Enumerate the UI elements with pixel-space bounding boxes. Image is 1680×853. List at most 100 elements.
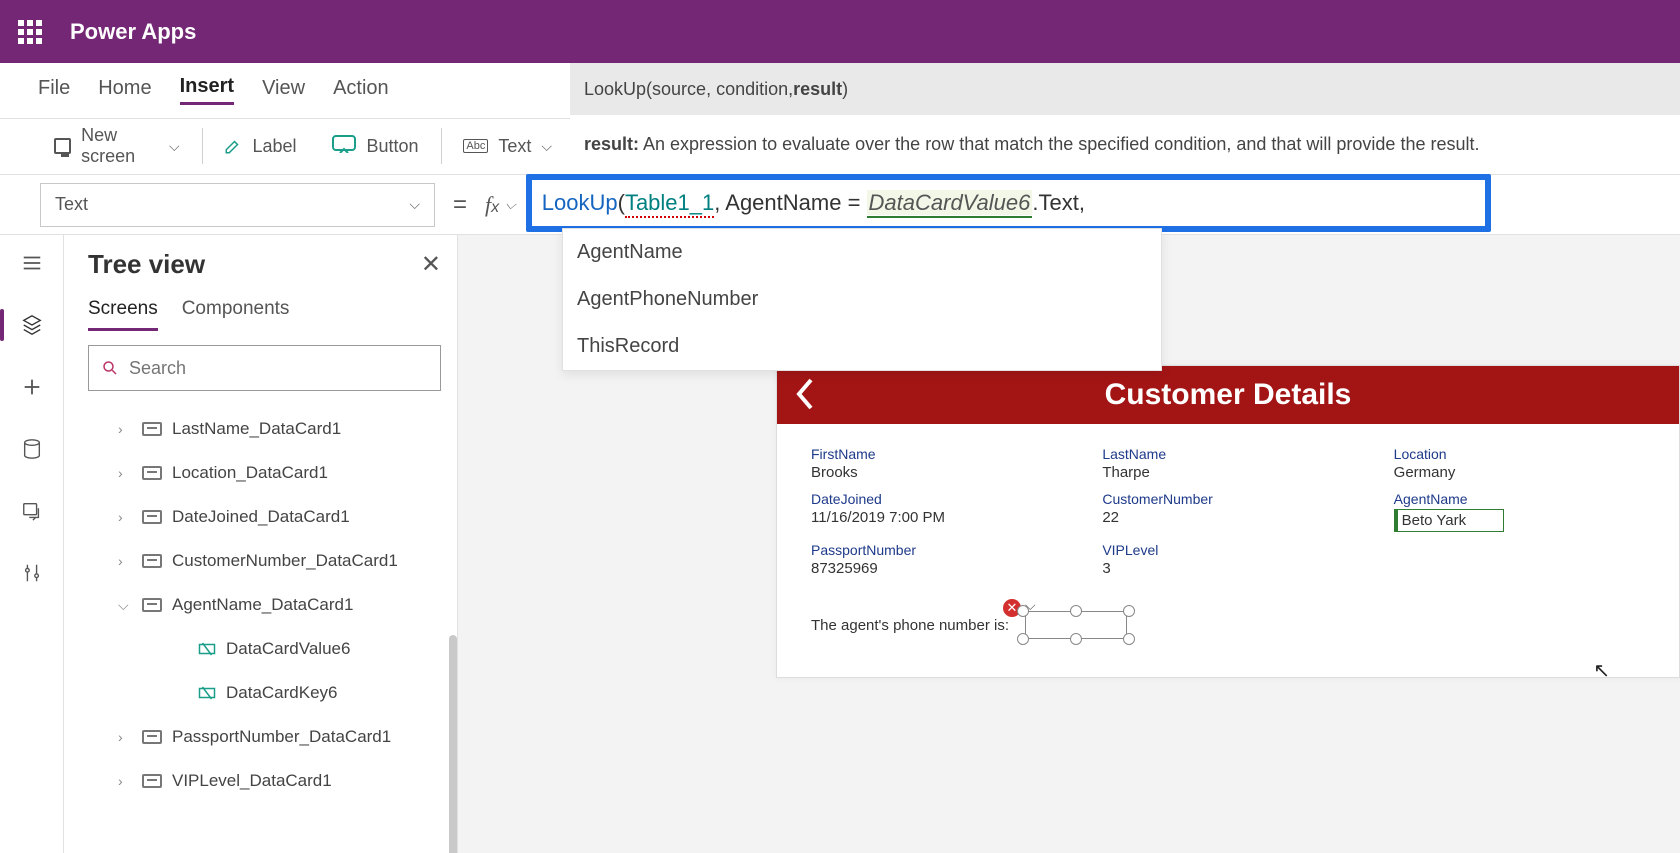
chevron-right-icon[interactable]: › [118, 465, 132, 481]
tree-node-label: DataCardValue6 [226, 639, 350, 659]
new-screen-label: New screen [81, 125, 159, 167]
separator [441, 128, 442, 164]
tree-node[interactable]: DataCardValue6 [88, 627, 441, 671]
rail-insert[interactable] [18, 373, 46, 401]
suggestion-item[interactable]: ThisRecord [563, 323, 1161, 370]
menu-file[interactable]: File [38, 77, 70, 104]
button-button[interactable]: Button [314, 126, 436, 166]
tree-node-label: LastName_DataCard1 [172, 419, 341, 439]
field-label: VIPLevel [1102, 542, 1353, 558]
rail-hamburger[interactable] [18, 249, 46, 277]
label-button[interactable]: Label [206, 126, 314, 166]
tree-search[interactable] [88, 345, 441, 391]
search-icon [101, 359, 119, 377]
suggestion-item[interactable]: AgentName [563, 229, 1161, 276]
tree-list: ›LastName_DataCard1›Location_DataCard1›D… [88, 407, 441, 853]
tree-node[interactable]: ⌵AgentName_DataCard1 [88, 583, 441, 627]
formula-arg1: AgentName [725, 190, 841, 215]
tree-node-label: CustomerNumber_DataCard1 [172, 551, 398, 571]
field-label: Location [1394, 446, 1645, 462]
property-value: Text [55, 194, 88, 215]
tree-node[interactable]: ›DateJoined_DataCard1 [88, 495, 441, 539]
menu-home[interactable]: Home [98, 77, 151, 104]
label-button-label: Label [252, 136, 296, 157]
field-label: LastName [1102, 446, 1353, 462]
text-dropdown[interactable]: Abc Text ⌵ [445, 126, 570, 166]
fx-button[interactable]: fx ⌵ [485, 192, 516, 218]
selected-field-value[interactable]: Beto Yark [1394, 509, 1504, 532]
menu-view[interactable]: View [262, 77, 305, 104]
tree-view-title: Tree view [88, 249, 205, 280]
tree-node[interactable]: DataCardKey6 [88, 671, 441, 715]
scrollbar[interactable] [449, 635, 457, 853]
tree-node[interactable]: ›Location_DataCard1 [88, 451, 441, 495]
tree-tab-components[interactable]: Components [182, 298, 290, 331]
left-rail [0, 235, 64, 853]
datacard-icon [142, 598, 162, 612]
form-grid: FirstNameBrooksLastNameTharpeLocationGer… [777, 424, 1679, 585]
tree-node[interactable]: ›PassportNumber_DataCard1 [88, 715, 441, 759]
chevron-right-icon[interactable]: › [118, 729, 132, 745]
field-label: CustomerNumber [1102, 491, 1353, 507]
tree-node[interactable]: ›VIPLevel_DataCard1 [88, 759, 441, 803]
tree-node[interactable]: › CustomerNumber_DataCard1 [88, 539, 441, 583]
form-field: PassportNumber87325969 [811, 542, 1062, 577]
rail-tree-view[interactable] [18, 311, 46, 339]
form-field: VIPLevel 3 [1102, 542, 1353, 577]
new-screen-button[interactable]: New screen ⌵ [36, 126, 198, 166]
tree-search-input[interactable] [129, 358, 428, 379]
field-label: FirstName [811, 446, 1062, 462]
chevron-down-icon[interactable]: ⌵ [118, 597, 132, 614]
input-icon [198, 640, 216, 658]
desc-label: result: [584, 134, 639, 155]
chevron-right-icon[interactable]: › [118, 509, 132, 525]
rail-advanced-tools[interactable] [18, 559, 46, 587]
sig-suffix: ) [842, 79, 848, 100]
chevron-down-icon: ⌵ [169, 138, 180, 155]
titlebar: Power Apps [0, 0, 1680, 63]
sig-active-arg: result [793, 79, 842, 100]
formula-source: Table1_1 [625, 190, 714, 215]
menu-action[interactable]: Action [333, 77, 389, 104]
chevron-right-icon[interactable]: › [118, 421, 132, 437]
sig-prefix: LookUp(source, condition, [584, 79, 793, 100]
menu-insert[interactable]: Insert [180, 75, 234, 105]
formula-fn: LookUp [542, 190, 618, 215]
chevron-right-icon[interactable]: › [118, 773, 132, 789]
button-icon [332, 135, 356, 158]
formula-bar: Text ⌵ = fx ⌵ LookUp(Table1_1, AgentName… [0, 175, 1680, 235]
cursor-icon: ↖ [1593, 658, 1610, 683]
property-selector[interactable]: Text ⌵ [40, 183, 435, 227]
chevron-down-icon: ⌵ [505, 196, 516, 213]
formula-input[interactable]: LookUp(Table1_1, AgentName = DataCardVal… [542, 190, 1085, 216]
app-launcher-icon[interactable] [18, 20, 42, 44]
form-field: DateJoined11/16/2019 7:00 PM [811, 491, 1062, 532]
tree-tab-screens[interactable]: Screens [88, 298, 158, 331]
rail-data[interactable] [18, 435, 46, 463]
menubar: File Home Insert View Action [0, 63, 570, 119]
input-icon [198, 684, 216, 702]
back-icon[interactable] [791, 376, 819, 412]
button-button-label: Button [366, 136, 418, 157]
field-label: PassportNumber [811, 542, 1062, 558]
field-value: 3 [1102, 560, 1353, 577]
close-icon[interactable]: ✕ [421, 250, 441, 279]
app-title: Power Apps [70, 19, 196, 45]
selected-control[interactable]: ✕ ⌵ [1017, 603, 1135, 647]
app-preview: Customer Details FirstNameBrooksLastName… [776, 365, 1680, 678]
field-value: Germany [1394, 464, 1645, 481]
suggestion-item[interactable]: AgentPhoneNumber [563, 276, 1161, 323]
field-value: Brooks [811, 464, 1062, 481]
formula-input-highlight: LookUp(Table1_1, AgentName = DataCardVal… [526, 174, 1491, 232]
tree-view-panel: Tree view ✕ Screens Components › LastName_… [64, 235, 458, 853]
form-field: Location Germany [1394, 446, 1645, 481]
rail-media[interactable] [18, 497, 46, 525]
text-dropdown-label: Text [498, 136, 531, 157]
field-label: AgentName [1394, 491, 1645, 507]
chevron-right-icon[interactable]: › [118, 553, 132, 569]
tree-node[interactable]: › LastName_DataCard1 [88, 407, 441, 451]
command-area: File Home Insert View Action New screen ⌵ La… [0, 63, 1680, 175]
screen-icon [54, 138, 71, 154]
datacard-icon [142, 774, 162, 788]
datacard-icon [142, 554, 162, 568]
